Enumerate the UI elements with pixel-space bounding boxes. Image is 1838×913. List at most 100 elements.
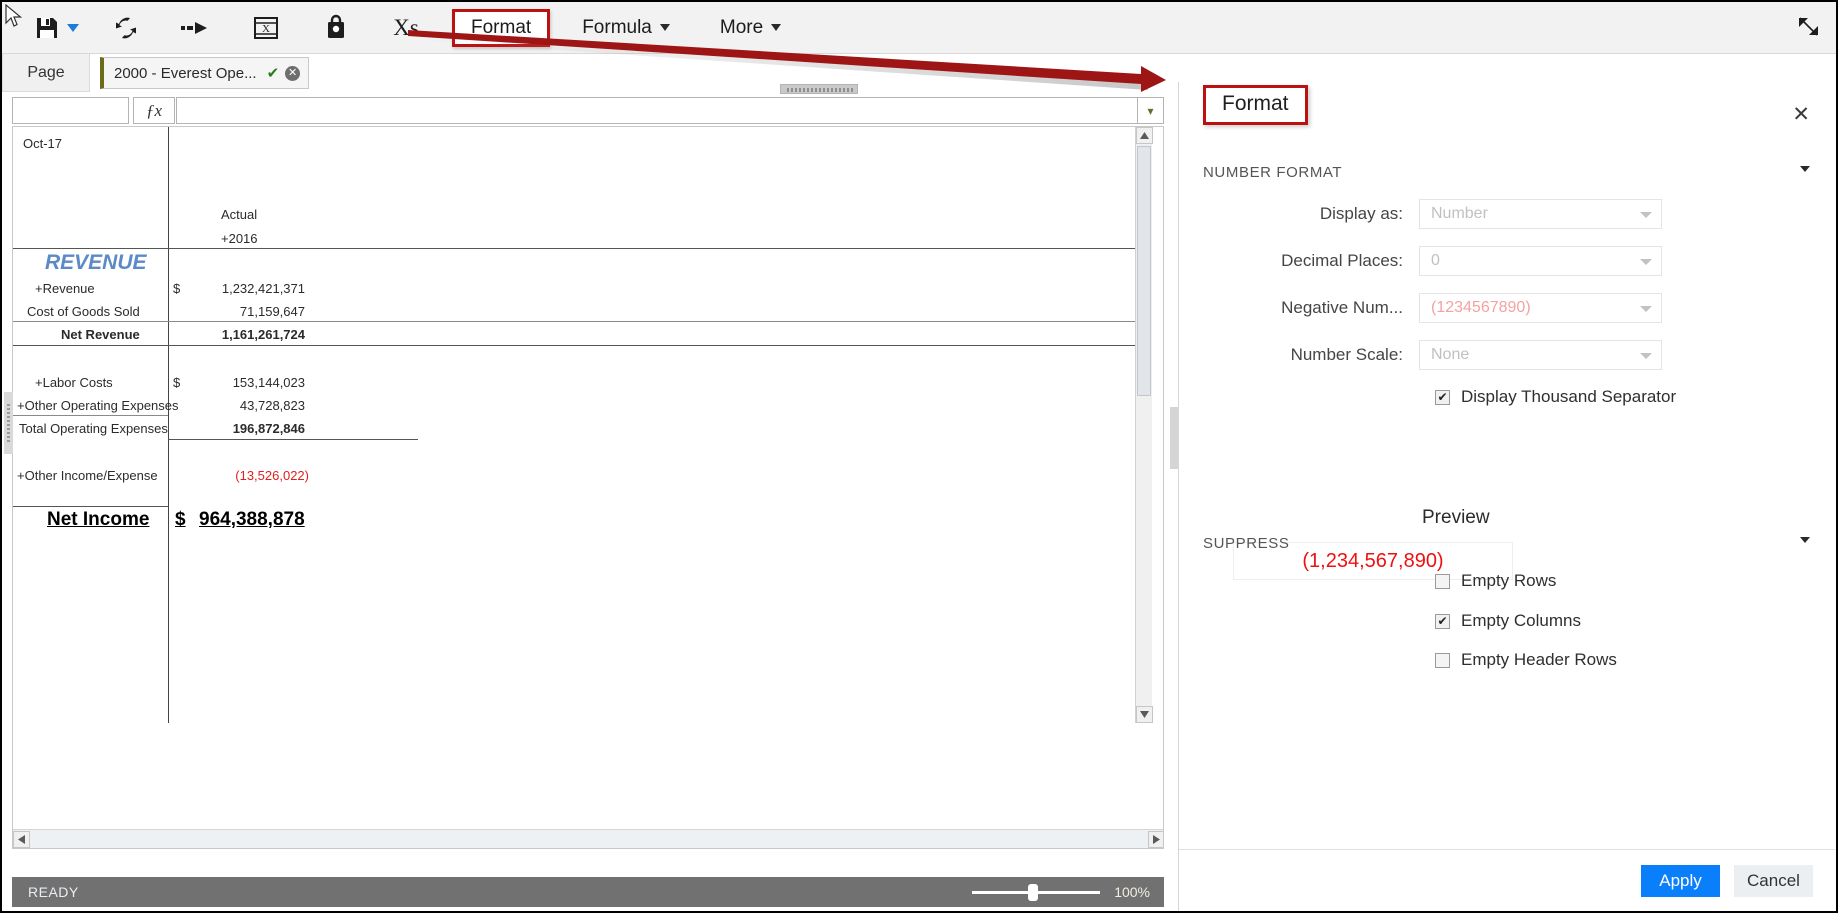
zoom-slider-track[interactable] [972, 883, 1101, 901]
field-negative-numbers: Negative Num... (1234567890) [1209, 293, 1662, 323]
row-rule [13, 345, 1152, 346]
close-icon[interactable]: ✕ [285, 65, 301, 81]
zoom-percent-label: 100% [1114, 884, 1150, 900]
display-as-value: Number [1431, 205, 1488, 222]
field-display-as: Display as: Number [1209, 199, 1662, 229]
close-icon[interactable]: ✕ [1792, 104, 1810, 125]
row-label-revenue[interactable]: +Revenue [35, 281, 95, 296]
section-header-number-format: NUMBER FORMAT [1203, 164, 1343, 181]
negative-numbers-select[interactable]: (1234567890) [1419, 293, 1662, 323]
fx-icon: ƒx [133, 97, 175, 124]
checkbox-box[interactable]: ✔ [1435, 389, 1450, 405]
field-label-display-as: Display as: [1319, 204, 1403, 223]
number-scale-select[interactable]: None [1419, 340, 1662, 370]
sheet-horizontal-scroll-thumb[interactable] [30, 830, 1148, 848]
section-title-revenue: REVENUE [45, 251, 147, 274]
row-value-cogs[interactable]: 71,159,647 [183, 304, 305, 319]
chevron-down-icon [1640, 259, 1652, 265]
row-label-net-income[interactable]: Net Income [47, 509, 149, 531]
scroll-down-icon[interactable] [1136, 706, 1153, 723]
apply-button[interactable]: Apply [1641, 864, 1720, 897]
status-bar: READY 100% [12, 877, 1164, 907]
checkbox-box[interactable]: ✔ [1435, 613, 1450, 629]
row-currency-net-income: $ [175, 509, 186, 530]
main-toolbar: X Xs Format Formula More [2, 2, 1836, 54]
checkbox-empty-columns[interactable]: ✔ Empty Columns [1435, 611, 1581, 631]
spreadsheet-area: Oct-17 Actual +2016 REVENUE +Revenue $ 1… [12, 126, 1164, 849]
zoom-control[interactable]: 100% [972, 883, 1150, 901]
decimal-places-value: 0 [1431, 252, 1440, 269]
checkbox-empty-header-rows[interactable]: Empty Header Rows [1435, 650, 1617, 670]
row-value-labor-costs[interactable]: 153,144,023 [183, 375, 305, 390]
sheet-vertical-scroll-thumb[interactable] [1137, 146, 1151, 396]
number-scale-value: None [1431, 346, 1470, 363]
lock-icon[interactable] [308, 6, 364, 50]
row-value-total-opex[interactable]: 196,872,846 [183, 421, 305, 436]
xs-icon[interactable]: Xs [378, 6, 434, 50]
menu-format[interactable]: Format [452, 8, 551, 47]
format-panel-title-box: Format [1203, 85, 1308, 125]
excel-export-icon[interactable]: X [238, 6, 294, 50]
sheet-horizontal-scrollbar[interactable] [13, 829, 1163, 848]
checkbox-empty-rows[interactable]: Empty Rows [1435, 571, 1556, 591]
row-value-net-income[interactable]: 964,388,878 [199, 509, 305, 531]
preview-value: (1,234,567,890) [1302, 549, 1444, 572]
row-label-total-opex[interactable]: Total Operating Expenses [19, 421, 168, 436]
row-rule [168, 439, 418, 440]
scroll-left-icon[interactable] [13, 830, 30, 848]
scroll-right-icon[interactable] [1148, 830, 1163, 848]
chevron-down-icon [1640, 212, 1652, 218]
row-label-labor-costs[interactable]: +Labor Costs [35, 375, 113, 390]
section-collapse-caret-number-format[interactable] [1800, 166, 1810, 172]
save-icon[interactable] [28, 6, 84, 50]
refresh-icon[interactable] [98, 6, 154, 50]
column-divider [168, 127, 169, 723]
section-header-suppress: SUPPRESS [1203, 535, 1290, 552]
row-label-other-opex[interactable]: +Other Operating Expenses [17, 398, 179, 413]
display-as-select[interactable]: Number [1419, 199, 1662, 229]
row-value-revenue[interactable]: 1,232,421,371 [183, 281, 305, 296]
row-label-cogs[interactable]: Cost of Goods Sold [27, 304, 140, 319]
restore-window-icon[interactable] [1796, 14, 1822, 40]
spreadsheet-grid[interactable]: Oct-17 Actual +2016 REVENUE +Revenue $ 1… [13, 127, 1153, 723]
application-window: X Xs Format Formula More Page 2000 - Eve… [0, 0, 1838, 913]
checkbox-box[interactable] [1435, 652, 1450, 668]
sheet-vertical-scrollbar[interactable] [1135, 127, 1153, 723]
field-label-negative-numbers: Negative Num... [1281, 298, 1403, 317]
decimal-places-select[interactable]: 0 [1419, 246, 1662, 276]
sheet-splitter-handle[interactable] [780, 84, 858, 94]
checkbox-label-empty-header-rows: Empty Header Rows [1461, 650, 1617, 669]
negative-numbers-value: (1234567890) [1431, 299, 1531, 316]
field-decimal-places: Decimal Places: 0 [1209, 246, 1662, 276]
chevron-down-icon [1640, 306, 1652, 312]
row-value-other-opex[interactable]: 43,728,823 [183, 398, 305, 413]
zoom-slider-thumb[interactable] [1028, 883, 1039, 901]
page-tab-everest[interactable]: 2000 - Everest Ope... ✔ ✕ [100, 57, 310, 89]
mouse-cursor [4, 3, 24, 35]
check-icon[interactable]: ✔ [267, 64, 280, 82]
field-label-decimal-places: Decimal Places: [1281, 251, 1403, 270]
svg-text:X: X [262, 23, 270, 35]
row-value-net-revenue[interactable]: 1,161,261,724 [183, 327, 305, 342]
menu-formula[interactable]: Formula [568, 11, 684, 45]
chevron-down-icon [771, 24, 782, 31]
menu-more[interactable]: More [706, 11, 795, 45]
formula-expand-caret-icon[interactable]: ▾ [1138, 97, 1164, 124]
name-box-input[interactable] [12, 97, 129, 124]
cancel-button[interactable]: Cancel [1734, 864, 1813, 897]
checkbox-thousand-separator[interactable]: ✔ Display Thousand Separator [1435, 387, 1676, 407]
save-dropdown-caret[interactable] [66, 23, 79, 32]
field-number-scale: Number Scale: None [1209, 340, 1662, 370]
row-label-net-revenue[interactable]: Net Revenue [61, 327, 140, 342]
left-pane-grip[interactable] [4, 392, 13, 454]
scroll-up-icon[interactable] [1136, 127, 1153, 144]
preview-title: Preview [1422, 507, 1490, 528]
section-collapse-caret-suppress[interactable] [1800, 537, 1810, 543]
row-value-other-income[interactable]: (13,526,022) [183, 468, 309, 483]
formula-input[interactable] [176, 97, 1138, 124]
checkbox-label-empty-rows: Empty Rows [1461, 571, 1557, 590]
row-label-other-income[interactable]: +Other Income/Expense [17, 468, 158, 483]
checkbox-box[interactable] [1435, 573, 1450, 589]
submit-arrow-icon[interactable] [168, 6, 224, 50]
row-rule [13, 506, 168, 507]
